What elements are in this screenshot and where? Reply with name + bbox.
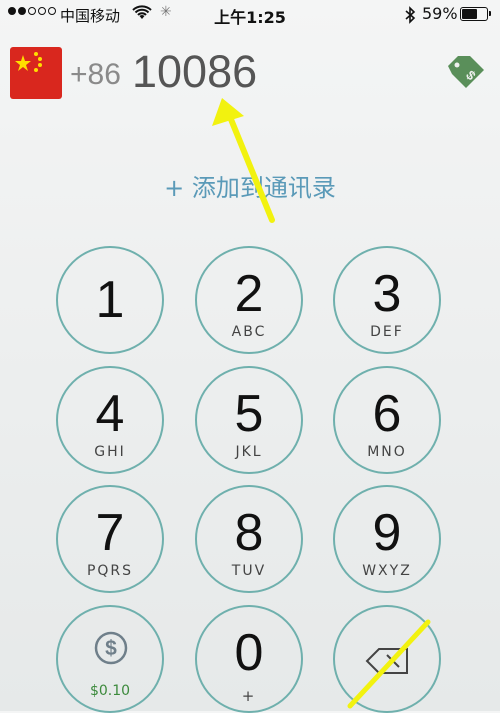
key-letters: PQRS bbox=[86, 563, 134, 579]
key-8[interactable]: 8 TUV bbox=[195, 485, 303, 593]
key-plus: + bbox=[241, 687, 257, 705]
dollar-icon: $ bbox=[94, 631, 128, 665]
key-3[interactable]: 3 DEF bbox=[333, 246, 441, 354]
key-digit: 6 bbox=[372, 385, 402, 443]
key-digit: 2 bbox=[234, 265, 264, 323]
dialed-number-display: 10086 bbox=[132, 46, 258, 97]
key-6[interactable]: 6 MNO bbox=[333, 366, 441, 474]
china-flag-icon[interactable] bbox=[10, 47, 62, 99]
backspace-icon bbox=[365, 648, 408, 674]
key-7[interactable]: 7 PQRS bbox=[56, 485, 164, 593]
status-bar: 中国移动 ✳ 上午1:25 59% bbox=[0, 0, 500, 30]
key-digit: 9 bbox=[372, 504, 402, 562]
key-letters: DEF bbox=[370, 324, 404, 340]
key-5[interactable]: 5 JKL bbox=[195, 366, 303, 474]
price-tag-icon[interactable]: $ bbox=[444, 52, 486, 94]
credit-button[interactable]: $ $0.10 bbox=[56, 605, 164, 713]
key-digit: 1 bbox=[95, 271, 125, 329]
key-letters: TUV bbox=[231, 563, 267, 579]
credit-balance: $0.10 bbox=[89, 683, 131, 699]
key-digit: 4 bbox=[95, 385, 125, 443]
key-9[interactable]: 9 WXYZ bbox=[333, 485, 441, 593]
add-to-contacts-link[interactable]: + 添加到通讯录 bbox=[0, 168, 500, 203]
backspace-button[interactable] bbox=[333, 605, 441, 713]
key-digit: 8 bbox=[234, 504, 264, 562]
key-letters: WXYZ bbox=[362, 563, 412, 579]
bluetooth-icon bbox=[405, 6, 416, 24]
battery-icon bbox=[460, 7, 491, 21]
country-code[interactable]: +86 bbox=[70, 58, 121, 92]
key-digit: 0 bbox=[234, 624, 264, 682]
key-letters: JKL bbox=[235, 444, 263, 460]
key-0[interactable]: 0 + bbox=[195, 605, 303, 713]
key-digit: 5 bbox=[234, 385, 264, 443]
key-letters: MNO bbox=[367, 444, 407, 460]
key-letters: GHI bbox=[94, 444, 126, 460]
key-digit: 3 bbox=[372, 265, 402, 323]
key-1[interactable]: 1 bbox=[56, 246, 164, 354]
key-2[interactable]: 2 ABC bbox=[195, 246, 303, 354]
battery-percent: 59% bbox=[422, 4, 458, 23]
key-4[interactable]: 4 GHI bbox=[56, 366, 164, 474]
key-letters: ABC bbox=[231, 324, 267, 340]
key-digit: 7 bbox=[95, 504, 125, 562]
svg-text:$: $ bbox=[105, 637, 117, 660]
